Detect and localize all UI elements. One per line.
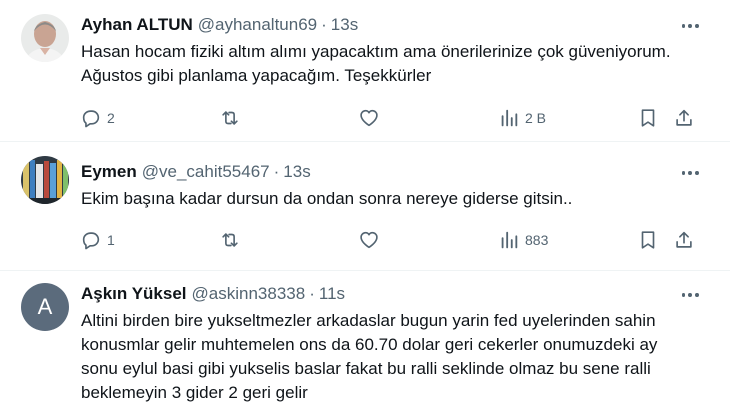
more-options-icon[interactable] [680,164,700,182]
timestamp[interactable]: 11s [319,284,345,304]
views-button[interactable]: 883 [498,228,548,252]
analytics-icon [501,109,518,127]
reply-count: 2 [107,110,115,126]
heart-icon [360,231,378,249]
bookmark-icon [641,231,655,249]
share-icon [676,109,692,126]
tweet-text: Ekim başına kadar dursun da ondan sonra … [81,189,573,208]
tweet-text: Altini birden bire yukseltmezler arkadas… [81,311,658,402]
avatar[interactable] [21,14,69,62]
separator-dot: · [273,162,280,181]
more-options-icon[interactable] [680,17,700,35]
author-handle[interactable]: @ayhanaltun69 [198,15,317,35]
separator-dot: · [309,284,315,303]
separator-dot: · [321,15,327,34]
tweet-card[interactable]: A Aşkın Yüksel @askinn38338 · 11s Altini… [0,271,730,420]
tweet-card[interactable]: Eymen @ve_cahit55467 · 13s Ekim başına k… [0,142,730,270]
heart-icon [360,109,378,127]
share-button[interactable] [673,228,695,252]
tweet-text: Hasan hocam fiziki altım alımı yapacaktı… [81,42,671,85]
timestamp[interactable]: 13s [331,15,358,35]
view-count: 883 [525,232,549,248]
analytics-icon [501,231,518,249]
reply-button[interactable]: 2 [80,106,115,130]
retweet-button[interactable] [219,106,241,130]
like-button[interactable] [358,106,380,130]
share-button[interactable] [673,106,695,130]
avatar-letter: A [37,294,53,319]
retweet-icon [222,111,238,125]
views-button[interactable]: 2 B [498,106,546,130]
man-portrait-icon [21,14,69,62]
avatar[interactable]: A [21,283,69,331]
author-handle[interactable]: @ve_cahit55467 [142,162,270,182]
reply-icon [82,232,100,250]
avatar[interactable] [21,156,69,204]
like-button[interactable] [358,228,380,252]
tweet-card[interactable]: Ayhan ALTUN @ayhanaltun69 · 13s Hasan ho… [0,0,730,140]
timestamp[interactable]: 13s [283,162,310,182]
author-name[interactable]: Ayhan ALTUN [81,15,193,35]
action-bar: 2 2 B [0,106,730,130]
reply-icon [82,110,100,128]
author-name[interactable]: Eymen [81,162,137,182]
retweet-icon [222,233,238,247]
action-bar: 1 883 [0,228,730,252]
bookmark-button[interactable] [637,228,659,252]
view-count: 2 B [525,110,547,126]
bookshelf-icon [21,156,69,204]
author-handle[interactable]: @askinn38338 [192,284,306,304]
reply-button[interactable]: 1 [80,228,115,252]
retweet-button[interactable] [219,228,241,252]
author-name[interactable]: Aşkın Yüksel [81,284,187,304]
more-options-icon[interactable] [680,286,700,304]
share-icon [676,231,692,248]
bookmark-button[interactable] [637,106,659,130]
reply-count: 1 [107,232,115,248]
bookmark-icon [641,109,655,127]
